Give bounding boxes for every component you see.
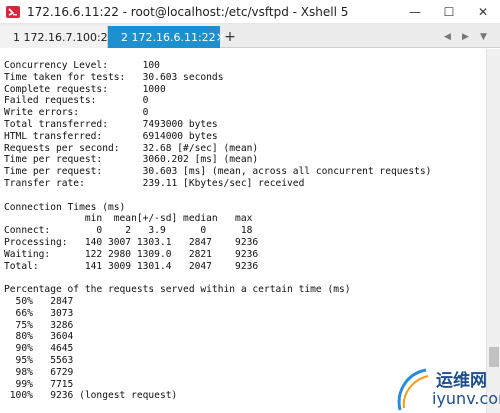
terminal-line: 99% 7715 (4, 378, 74, 390)
terminal-line: HTML transferred: 6914000 bytes (4, 130, 218, 142)
tab-label: 1 172.16.7.100:22 (13, 30, 115, 44)
title-bar: 172.16.6.11:22 - root@localhost:/etc/vsf… (0, 0, 500, 24)
minimize-button[interactable]: — (398, 0, 432, 24)
new-tab-button[interactable]: + (222, 27, 238, 47)
terminal-line: Time taken for tests: 30.603 seconds (4, 71, 224, 83)
terminal-line: Concurrency Level: 100 (4, 60, 160, 71)
terminal-line: Complete requests: 1000 (4, 83, 166, 95)
window-controls: — ☐ ✕ (398, 0, 500, 24)
scroll-tabs-right-icon[interactable]: ▶ (462, 27, 469, 47)
terminal-line: min mean[+/-sd] median max (4, 213, 253, 225)
terminal-line: Total transferred: 7493000 bytes (4, 118, 218, 130)
scroll-tabs-left-icon[interactable]: ◀ (444, 27, 451, 47)
maximize-button[interactable]: ☐ (432, 0, 466, 24)
terminal-line: 50% 2847 (4, 295, 74, 307)
terminal-line: 95% 5563 (4, 354, 74, 366)
terminal-line: Time per request: 3060.202 [ms] (mean) (4, 154, 259, 166)
tab-session-1[interactable]: 1 172.16.7.100:22 × (0, 26, 133, 48)
terminal-line: Waiting: 122 2980 1309.0 2821 9236 (4, 248, 259, 260)
terminal-line: Requests per second: 32.68 [#/sec] (mean… (4, 142, 259, 154)
terminal-line: Transfer rate: 239.11 [Kbytes/sec] recei… (4, 177, 305, 189)
terminal-line: Percentage of the requests served within… (4, 284, 351, 296)
watermark-logo: 运维网 iyunv.com (392, 362, 500, 413)
terminal-line: 90% 4645 (4, 343, 74, 355)
terminal-line: Total: 141 3009 1301.4 2047 9236 (4, 260, 259, 272)
xshell-app-icon (6, 5, 20, 18)
tab-session-2[interactable]: 2 172.16.6.11:22 × (108, 26, 226, 48)
terminal-line: Connection Times (ms) (4, 201, 126, 213)
terminal-line: 66% 3073 (4, 307, 74, 319)
watermark-url: iyunv.com (432, 389, 500, 408)
window-title: 172.16.6.11:22 - root@localhost:/etc/vsf… (27, 4, 349, 19)
terminal-line: Time per request: 30.603 [ms] (mean, acr… (4, 166, 432, 178)
terminal-line: Write errors: 0 (4, 107, 149, 119)
watermark-brand: 运维网 (436, 371, 487, 391)
terminal-line: Processing: 140 3007 1303.1 2847 9236 (4, 236, 259, 248)
terminal-line: Connect: 0 2 3.9 0 18 (4, 225, 253, 237)
terminal-line: Failed requests: 0 (4, 95, 149, 107)
vertical-scrollbar[interactable] (486, 49, 500, 413)
terminal-line: 100% 9236 (longest request) (4, 390, 178, 402)
close-button[interactable]: ✕ (466, 0, 500, 24)
terminal-output[interactable]: Concurrency Level: 100 Time taken for tes… (0, 49, 486, 413)
session-tab-bar: 1 172.16.7.100:22 × 2 172.16.6.11:22 × +… (0, 24, 500, 48)
tab-label: 2 172.16.6.11:22 (121, 30, 216, 44)
terminal-text: Concurrency Level: 100 Time taken for tes… (4, 60, 431, 402)
terminal-line: 75% 3286 (4, 319, 74, 331)
terminal-line: 80% 3604 (4, 331, 74, 343)
terminal-line: 98% 6729 (4, 366, 74, 378)
tab-menu-icon[interactable]: ▼ (480, 27, 487, 47)
